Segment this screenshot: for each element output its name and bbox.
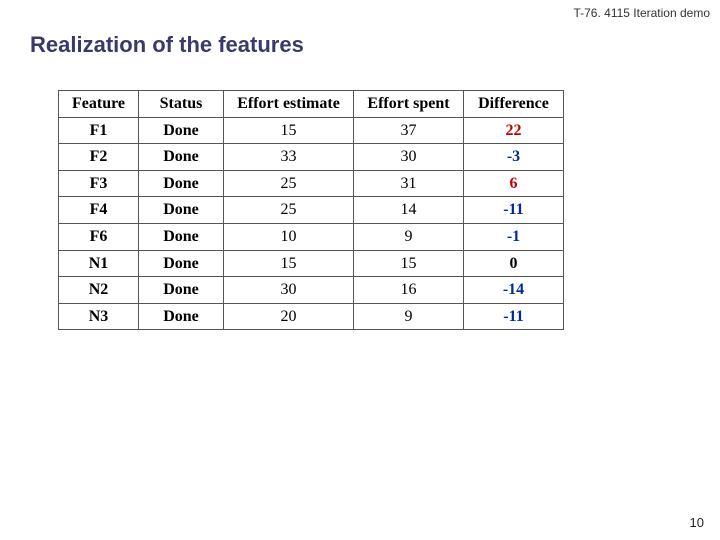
cell-estimate: 20 <box>224 303 354 330</box>
table-row: N2Done3016-14 <box>59 277 564 304</box>
cell-spent: 31 <box>354 170 464 197</box>
cell-status: Done <box>139 170 224 197</box>
cell-feature: N3 <box>59 303 139 330</box>
cell-estimate: 30 <box>224 277 354 304</box>
cell-feature: N1 <box>59 250 139 277</box>
cell-spent: 37 <box>354 117 464 144</box>
cell-estimate: 15 <box>224 250 354 277</box>
table-row: F2Done3330-3 <box>59 144 564 171</box>
cell-status: Done <box>139 303 224 330</box>
cell-spent: 14 <box>354 197 464 224</box>
cell-estimate: 10 <box>224 223 354 250</box>
cell-difference: 0 <box>464 250 564 277</box>
col-header-estimate: Effort estimate <box>224 91 354 118</box>
cell-spent: 16 <box>354 277 464 304</box>
cell-feature: N2 <box>59 277 139 304</box>
features-table-wrap: Feature Status Effort estimate Effort sp… <box>58 90 564 330</box>
cell-status: Done <box>139 197 224 224</box>
table-row: N1Done15150 <box>59 250 564 277</box>
page-number: 10 <box>690 515 704 530</box>
cell-feature: F2 <box>59 144 139 171</box>
cell-difference: -14 <box>464 277 564 304</box>
cell-spent: 30 <box>354 144 464 171</box>
cell-estimate: 33 <box>224 144 354 171</box>
cell-difference: -3 <box>464 144 564 171</box>
cell-estimate: 15 <box>224 117 354 144</box>
table-row: F6Done109-1 <box>59 223 564 250</box>
col-header-status: Status <box>139 91 224 118</box>
cell-difference: -1 <box>464 223 564 250</box>
course-label: T-76. 4115 Iteration demo <box>573 6 710 20</box>
cell-status: Done <box>139 144 224 171</box>
cell-status: Done <box>139 223 224 250</box>
cell-spent: 9 <box>354 303 464 330</box>
cell-difference: 6 <box>464 170 564 197</box>
cell-spent: 9 <box>354 223 464 250</box>
cell-status: Done <box>139 250 224 277</box>
cell-status: Done <box>139 277 224 304</box>
table-body: F1Done153722F2Done3330-3F3Done25316F4Don… <box>59 117 564 330</box>
col-header-spent: Effort spent <box>354 91 464 118</box>
col-header-difference: Difference <box>464 91 564 118</box>
table-row: F4Done2514-11 <box>59 197 564 224</box>
cell-status: Done <box>139 117 224 144</box>
cell-feature: F4 <box>59 197 139 224</box>
cell-feature: F3 <box>59 170 139 197</box>
cell-estimate: 25 <box>224 197 354 224</box>
table-row: F1Done153722 <box>59 117 564 144</box>
cell-difference: -11 <box>464 303 564 330</box>
features-table: Feature Status Effort estimate Effort sp… <box>58 90 564 330</box>
table-row: F3Done25316 <box>59 170 564 197</box>
cell-feature: F1 <box>59 117 139 144</box>
col-header-feature: Feature <box>59 91 139 118</box>
cell-feature: F6 <box>59 223 139 250</box>
cell-difference: 22 <box>464 117 564 144</box>
cell-estimate: 25 <box>224 170 354 197</box>
cell-spent: 15 <box>354 250 464 277</box>
cell-difference: -11 <box>464 197 564 224</box>
table-row: N3Done209-11 <box>59 303 564 330</box>
table-header-row: Feature Status Effort estimate Effort sp… <box>59 91 564 118</box>
slide-title: Realization of the features <box>30 32 304 58</box>
